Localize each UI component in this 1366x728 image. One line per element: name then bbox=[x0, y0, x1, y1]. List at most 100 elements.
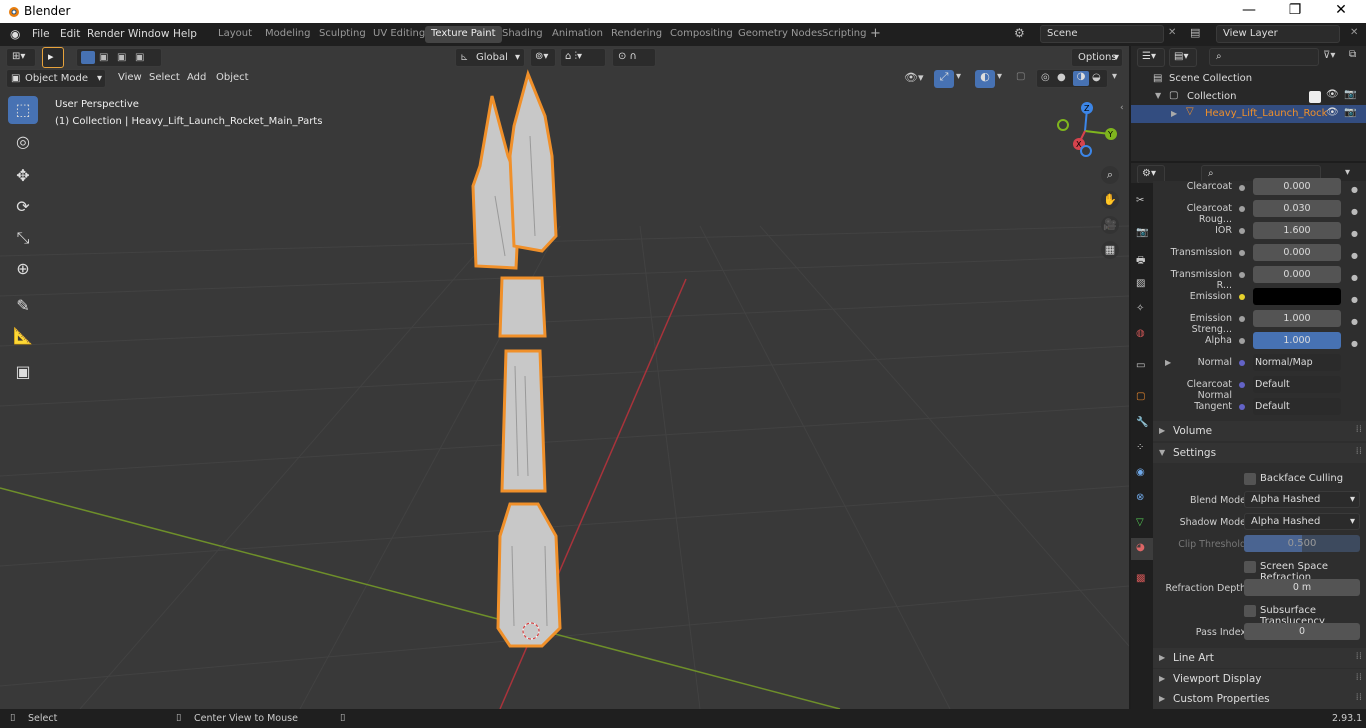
expand-object-icon[interactable]: ▶ bbox=[1171, 109, 1177, 118]
output-tab-icon[interactable]: 🖶 bbox=[1136, 253, 1145, 270]
tab-animation[interactable]: Animation bbox=[546, 26, 609, 43]
transmission-field[interactable]: 0.000 bbox=[1253, 244, 1341, 261]
emission-color-field[interactable] bbox=[1253, 288, 1341, 305]
snap-controls[interactable]: ⌂ ⫶▾ bbox=[560, 48, 606, 67]
emission-strength-field[interactable]: 1.000 bbox=[1253, 310, 1341, 327]
tab-compositing[interactable]: Compositing bbox=[664, 26, 739, 43]
menu-help[interactable]: Help bbox=[173, 28, 197, 40]
collection-exclude-checkbox[interactable] bbox=[1309, 91, 1321, 103]
object-visibility-icon[interactable]: 👁 bbox=[1326, 107, 1339, 118]
minimize-button[interactable]: — bbox=[1226, 2, 1272, 22]
remove-view-layer-icon[interactable]: ✕ bbox=[1350, 27, 1358, 38]
select-invert-icon[interactable]: ▣ bbox=[135, 52, 144, 63]
world-tab-icon[interactable]: ◍ bbox=[1136, 328, 1145, 339]
tab-rendering[interactable]: Rendering bbox=[605, 26, 668, 43]
physics-tab-icon[interactable]: ◉ bbox=[1136, 467, 1145, 478]
vector-socket-dot-icon[interactable] bbox=[1239, 382, 1245, 388]
menu-edit[interactable]: Edit bbox=[60, 28, 80, 40]
object-label[interactable]: Heavy_Lift_Launch_Rock bbox=[1205, 108, 1327, 119]
tab-uv-editing[interactable]: UV Editing bbox=[367, 26, 431, 43]
visibility-icon[interactable]: 👁▾ bbox=[904, 71, 924, 84]
menu-file[interactable]: File bbox=[32, 28, 50, 40]
shading-dropdown-icon[interactable]: ▾ bbox=[1112, 71, 1117, 82]
select-new-icon[interactable] bbox=[81, 51, 95, 64]
clip-threshold-field[interactable]: 0.500 bbox=[1244, 535, 1360, 552]
constraints-tab-icon[interactable]: ⊗ bbox=[1136, 492, 1144, 503]
clearcoat-roughness-field[interactable]: 0.030 bbox=[1253, 200, 1341, 217]
editor-type-button[interactable]: ⊞▾ bbox=[6, 48, 36, 67]
blend-mode-dropdown[interactable]: Alpha Hashed ▾ bbox=[1244, 491, 1360, 508]
custom-properties-panel-header[interactable]: ▶ Custom Properties ⁞⁞ bbox=[1153, 689, 1366, 709]
tangent-field[interactable]: Default bbox=[1253, 398, 1341, 415]
viewport-display-panel-header[interactable]: ▶ Viewport Display ⁞⁞ bbox=[1153, 669, 1366, 689]
backface-culling-checkbox[interactable] bbox=[1244, 473, 1256, 485]
options-dropdown[interactable]: Options ▾ bbox=[1071, 48, 1123, 67]
rotate-tool-icon[interactable]: ⟳ bbox=[8, 193, 38, 221]
tab-scripting[interactable]: Scripting bbox=[816, 26, 872, 43]
object-menu[interactable]: Object bbox=[216, 72, 249, 83]
scene-collection-label[interactable]: Scene Collection bbox=[1169, 73, 1252, 84]
remove-scene-icon[interactable]: ✕ bbox=[1168, 27, 1176, 38]
expand-normal-icon[interactable]: ▶ bbox=[1165, 358, 1171, 367]
scale-tool-icon[interactable]: ⤡ bbox=[8, 224, 38, 252]
collection-label[interactable]: Collection bbox=[1187, 91, 1236, 102]
move-tool-icon[interactable]: ✥ bbox=[8, 162, 38, 190]
filter-icon[interactable]: ⊽▾ bbox=[1323, 50, 1335, 61]
screen-space-refraction-checkbox[interactable] bbox=[1244, 561, 1256, 573]
collection-tab-icon[interactable]: ▭ bbox=[1136, 360, 1145, 371]
material-preview-icon[interactable]: ◑ bbox=[1073, 71, 1089, 86]
tab-sculpting[interactable]: Sculpting bbox=[313, 26, 372, 43]
clearcoat-normal-field[interactable]: Default bbox=[1253, 376, 1341, 393]
collection-render-icon[interactable]: 📷 bbox=[1344, 89, 1356, 100]
rendered-shading-icon[interactable]: ◒ bbox=[1092, 72, 1101, 83]
selection-mode-buttons[interactable]: ▣ ▣ ▣ bbox=[76, 48, 162, 67]
3d-viewport[interactable]: ⊞▾ ▸ ▣ ▣ ▣ ⊾ Global ▾ ⊚▾ ⌂ ⫶▾ ⊙ ∩ Options ▾… bbox=[0, 46, 1129, 709]
modifier-tab-icon[interactable]: 🔧 bbox=[1136, 417, 1148, 428]
annotate-tool-icon[interactable]: ✎ bbox=[8, 292, 38, 320]
new-collection-icon[interactable]: ⧉ bbox=[1349, 49, 1356, 60]
view-layer-field[interactable]: View Layer bbox=[1216, 25, 1340, 43]
view-layer-tab-icon[interactable]: ▨ bbox=[1136, 278, 1145, 289]
zoom-icon[interactable]: ⌕ bbox=[1101, 166, 1119, 184]
socket-dot-icon[interactable] bbox=[1239, 250, 1245, 256]
gizmo-toggle-icon[interactable]: ⤢ bbox=[934, 70, 954, 88]
refraction-depth-field[interactable]: 0 m bbox=[1244, 579, 1360, 596]
xray-toggle-icon[interactable]: ▢ bbox=[1016, 71, 1025, 82]
subsurface-translucency-checkbox[interactable] bbox=[1244, 605, 1256, 617]
blender-menu-icon[interactable]: ◉ bbox=[10, 27, 20, 41]
rocket-model[interactable] bbox=[471, 69, 562, 648]
outliner-editor-type-button[interactable]: ☰▾ bbox=[1137, 48, 1165, 67]
tool-tab-icon[interactable]: ✂ bbox=[1136, 195, 1144, 206]
proportional-edit-controls[interactable]: ⊙ ∩ bbox=[612, 48, 656, 67]
camera-view-icon[interactable]: 🎥 bbox=[1101, 216, 1119, 234]
particles-tab-icon[interactable]: ⁘ bbox=[1136, 442, 1144, 453]
expand-collection-icon[interactable]: ▼ bbox=[1155, 91, 1161, 100]
socket-dot-icon[interactable] bbox=[1239, 206, 1245, 212]
socket-dot-icon[interactable] bbox=[1239, 316, 1245, 322]
gizmo-dropdown-icon[interactable]: ▾ bbox=[956, 71, 961, 82]
normal-field[interactable]: Normal/Map bbox=[1253, 354, 1341, 371]
tab-modeling[interactable]: Modeling bbox=[259, 26, 317, 43]
ior-field[interactable]: 1.600 bbox=[1253, 222, 1341, 239]
select-subtract-icon[interactable]: ▣ bbox=[117, 52, 126, 63]
alpha-field[interactable]: 1.000 bbox=[1253, 332, 1341, 349]
scene-tab-icon[interactable]: ✧ bbox=[1136, 303, 1144, 314]
object-tab-icon[interactable]: ▢ bbox=[1136, 391, 1145, 402]
shadow-mode-dropdown[interactable]: Alpha Hashed ▾ bbox=[1244, 513, 1360, 530]
vector-socket-dot-icon[interactable] bbox=[1239, 404, 1245, 410]
color-socket-dot-icon[interactable] bbox=[1239, 294, 1245, 300]
overlays-dropdown-icon[interactable]: ▾ bbox=[997, 71, 1002, 82]
socket-dot-icon[interactable] bbox=[1239, 272, 1245, 278]
mode-dropdown[interactable]: ▣ Object Mode ▾ bbox=[6, 69, 106, 88]
transform-tool-icon[interactable]: ⊕ bbox=[8, 255, 38, 283]
select-extend-icon[interactable]: ▣ bbox=[99, 52, 108, 63]
vector-socket-dot-icon[interactable] bbox=[1239, 360, 1245, 366]
shading-mode-buttons[interactable]: ◎ ● ◑ ◒ bbox=[1036, 69, 1108, 88]
tab-texture-paint[interactable]: Texture Paint bbox=[425, 26, 502, 43]
maximize-button[interactable]: ❐ bbox=[1272, 2, 1318, 22]
tab-geometry-nodes[interactable]: Geometry Nodes bbox=[732, 26, 828, 43]
volume-panel-header[interactable]: ▶ Volume ⁞⁞ bbox=[1153, 421, 1366, 441]
pivot-point-dropdown[interactable]: ⊚▾ bbox=[530, 48, 556, 67]
tweak-select-button[interactable]: ▸ bbox=[42, 47, 64, 68]
scene-icon[interactable]: ⚙ bbox=[1014, 26, 1025, 40]
